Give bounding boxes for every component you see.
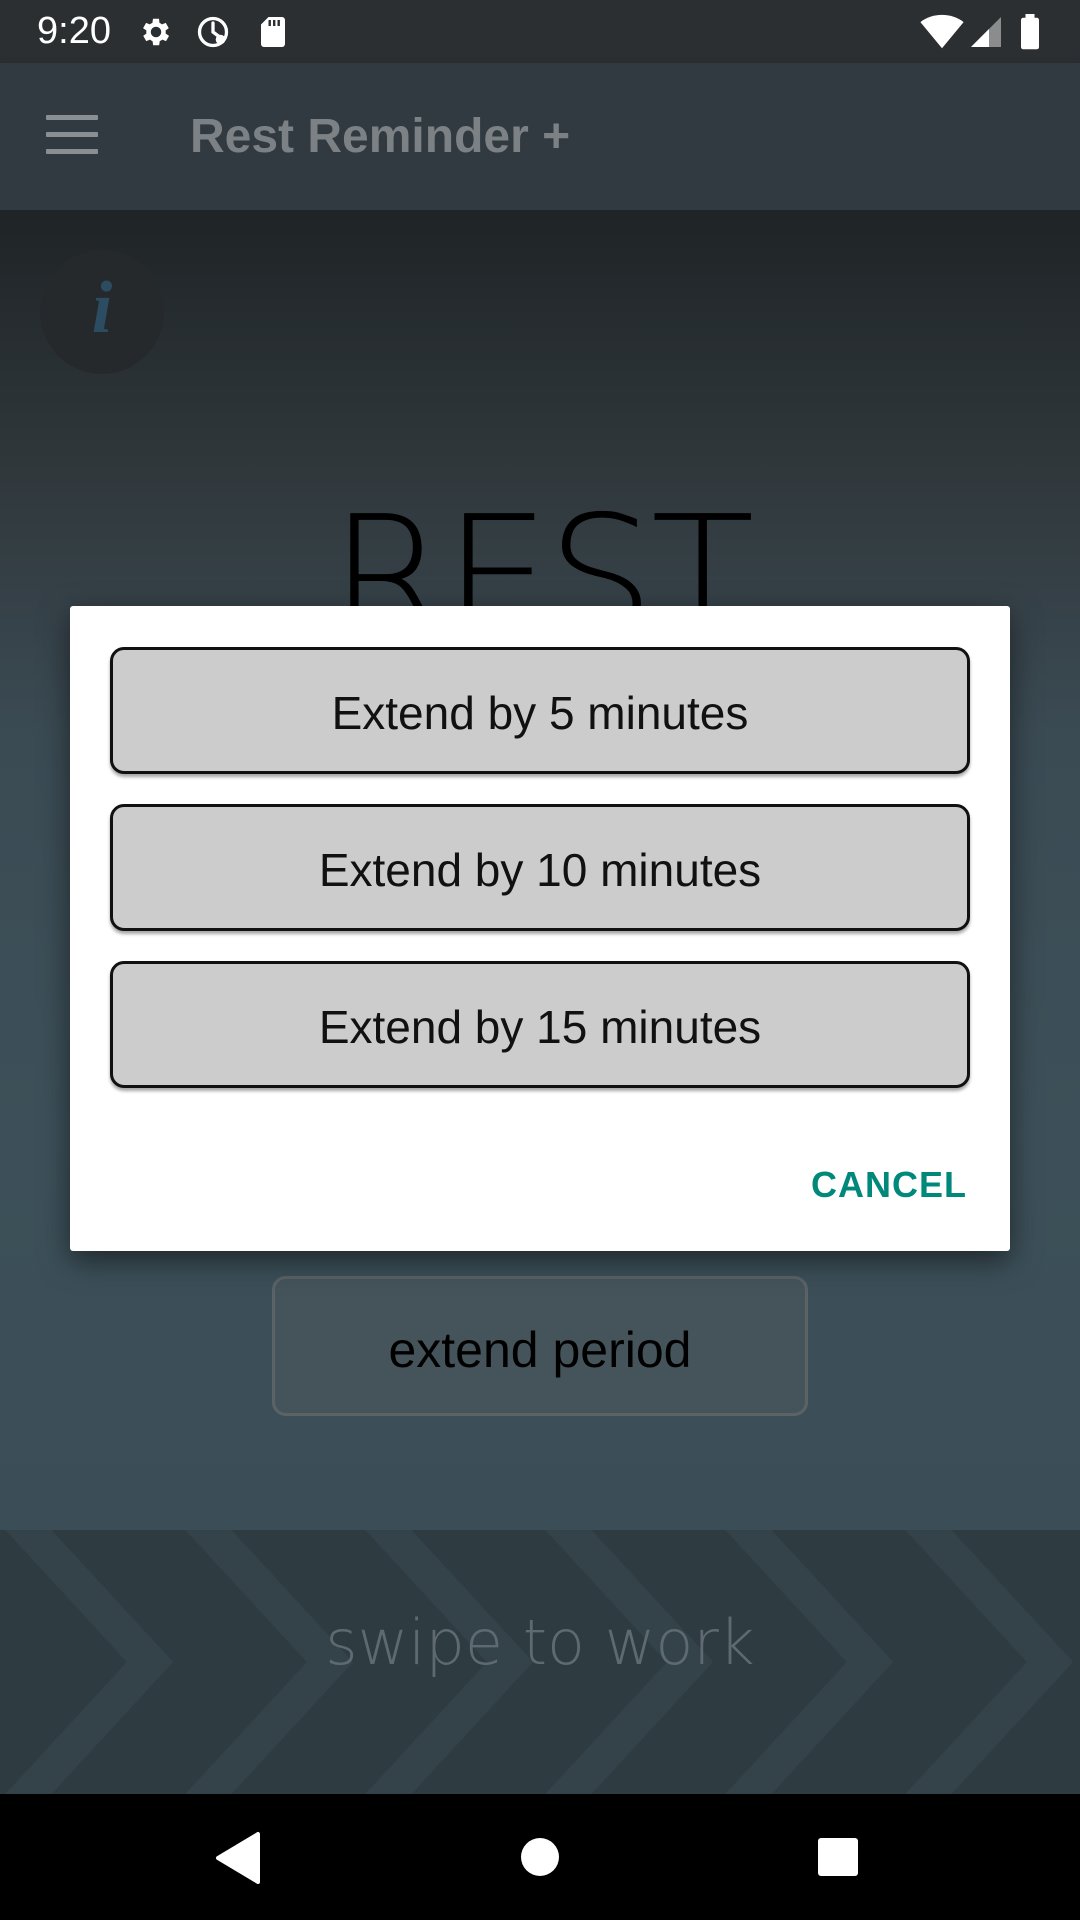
cell-signal-icon: [971, 17, 1001, 47]
navigation-bar: [0, 1794, 1080, 1920]
extend-period-label: extend period: [388, 1322, 692, 1378]
info-button[interactable]: i: [40, 250, 164, 374]
option-label: Extend by 10 minutes: [318, 844, 762, 896]
extend-5-minutes-button[interactable]: Extend by 5 minutes: [110, 647, 970, 774]
extend-dialog: Extend by 5 minutes Extend by 10 minutes…: [70, 606, 1010, 1251]
home-icon[interactable]: [480, 1794, 600, 1920]
back-icon[interactable]: [178, 1794, 298, 1920]
extend-15-minutes-button[interactable]: Extend by 15 minutes: [110, 961, 970, 1088]
cancel-button[interactable]: CANCEL: [794, 1150, 984, 1218]
status-bar: 9:20: [0, 0, 1080, 63]
sd-card-icon: [261, 17, 285, 47]
data-saver-icon: [197, 16, 229, 48]
info-icon: i: [91, 267, 113, 349]
cancel-label: CANCEL: [811, 1164, 967, 1205]
swipe-to-work-slider[interactable]: swipe to work: [0, 1530, 1080, 1794]
extend-10-minutes-button[interactable]: Extend by 10 minutes: [110, 804, 970, 931]
battery-icon: [1021, 14, 1039, 50]
app-bar: Rest Reminder +: [0, 63, 1080, 210]
swipe-label: swipe to work: [325, 1606, 755, 1679]
gear-icon: [143, 18, 170, 46]
recents-icon[interactable]: [778, 1794, 898, 1920]
option-label: Extend by 15 minutes: [318, 1001, 762, 1053]
extend-period-button[interactable]: extend period: [272, 1276, 808, 1416]
wifi-icon: [920, 14, 964, 49]
option-label: Extend by 5 minutes: [331, 687, 749, 739]
status-time: 9:20: [37, 10, 111, 52]
hamburger-menu-icon[interactable]: [46, 115, 98, 155]
app-title: Rest Reminder +: [190, 110, 571, 163]
